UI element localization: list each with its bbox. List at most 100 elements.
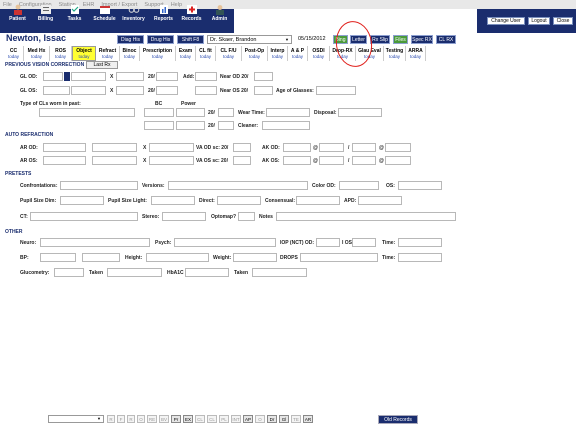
bottom-btn-te[interactable]: TE	[291, 415, 301, 423]
va-od-sc-field[interactable]	[233, 143, 251, 152]
ak-od-k2[interactable]	[352, 143, 376, 152]
drops-time-field[interactable]	[398, 253, 442, 262]
bottom-btn-re[interactable]: RE	[147, 415, 157, 423]
ct-field[interactable]	[30, 212, 138, 221]
last-rx-button[interactable]: Last Rx	[86, 61, 118, 69]
bottom-btn-o[interactable]: O	[137, 415, 145, 423]
cl-bc-od[interactable]	[144, 108, 174, 117]
old-records-button[interactable]: Old Records	[378, 415, 418, 424]
cl-bc-os[interactable]	[144, 121, 174, 130]
gl-os-add[interactable]	[195, 86, 217, 95]
gl-os-sphere[interactable]	[43, 86, 70, 95]
pupil-dim-field[interactable]	[60, 196, 104, 205]
optomap-field[interactable]	[238, 212, 255, 221]
tab-testing[interactable]: Testing today	[384, 46, 406, 61]
shift-f8-button[interactable]: Shift F8	[177, 35, 204, 44]
cl-rx-button[interactable]: CL RX	[436, 35, 456, 44]
gl-od-axis[interactable]	[116, 72, 144, 81]
tab-interp[interactable]: Interp today	[268, 46, 288, 61]
pupil-light-field[interactable]	[151, 196, 195, 205]
drug-hx-button[interactable]: Diag His	[117, 35, 144, 44]
tab-arra[interactable]: ARRA today	[406, 46, 426, 61]
records-button[interactable]: Records	[178, 0, 205, 24]
tab-osdi[interactable]: OSDI today	[308, 46, 330, 61]
height-field[interactable]	[146, 253, 209, 262]
confrontations-field[interactable]	[60, 181, 138, 190]
files-button[interactable]: Files	[393, 35, 408, 44]
bottom-select[interactable]: ▼	[48, 415, 104, 423]
weight-field[interactable]	[233, 253, 277, 262]
tasks-button[interactable]: Tasks	[61, 0, 88, 24]
tab-binoc[interactable]: Binoc today	[120, 46, 140, 61]
gl-od-near[interactable]	[254, 72, 273, 81]
bottom-btn-ge[interactable]: Gl	[279, 415, 289, 423]
ak-os-axis2[interactable]	[385, 156, 411, 165]
tab-ros[interactable]: ROS today	[50, 46, 72, 61]
tab-cl-fu[interactable]: CL F/U today	[216, 46, 242, 61]
bottom-btn-cl[interactable]: CL	[195, 415, 205, 423]
bottom-btn-int[interactable]: INT	[231, 415, 241, 423]
neuro-field[interactable]	[40, 238, 150, 247]
change-user-button[interactable]: Change User	[487, 17, 525, 25]
admin-button[interactable]: Admin	[206, 0, 233, 24]
drops-field[interactable]	[300, 253, 378, 262]
ak-os-k2[interactable]	[352, 156, 376, 165]
spec-rx-button[interactable]: Spec RX	[411, 35, 433, 44]
ak-od-k1[interactable]	[283, 143, 311, 152]
ar-os-axis[interactable]	[149, 156, 194, 165]
ar-os-cyl[interactable]	[92, 156, 137, 165]
tab-med-hx[interactable]: Med Hx today	[24, 46, 50, 61]
tab-cc[interactable]: CC today	[4, 46, 24, 61]
bottom-btn-dr[interactable]: Dr	[267, 415, 277, 423]
inventory-button[interactable]: Inventory	[120, 0, 147, 24]
bottom-btn-ar[interactable]: AR	[303, 415, 313, 423]
wear-time-field[interactable]	[266, 108, 310, 117]
bottom-btn-r1[interactable]: R	[107, 415, 115, 423]
iop-os-field[interactable]	[352, 238, 376, 247]
ar-os-sphere[interactable]	[43, 156, 86, 165]
close-button[interactable]: Close	[553, 17, 573, 25]
glucometry-taken-field[interactable]	[107, 268, 162, 277]
bottom-btn-bv[interactable]: BV	[159, 415, 169, 423]
bottom-btn-ap[interactable]: AP	[243, 415, 253, 423]
gl-os-near[interactable]	[254, 86, 273, 95]
hba1c-field[interactable]	[185, 268, 229, 277]
ak-od-axis1[interactable]	[319, 143, 344, 152]
cl-va-os[interactable]	[218, 121, 234, 130]
tab-refract[interactable]: Refract today	[96, 46, 120, 61]
gl-os-cyl[interactable]	[71, 86, 106, 95]
tab-object[interactable]: Object today	[72, 46, 96, 61]
stereo-field[interactable]	[162, 212, 206, 221]
color-os-field[interactable]	[398, 181, 442, 190]
cl-power-os[interactable]	[176, 121, 205, 130]
tab-cl-fit[interactable]: CL fit today	[196, 46, 216, 61]
patient-button[interactable]: Patient	[4, 0, 31, 24]
reports-button[interactable]: Reports	[150, 0, 177, 24]
tab-a-p[interactable]: A & Ptoday	[288, 46, 308, 61]
doctor-select[interactable]: Dr. Skaer, Brandon ▼	[207, 35, 292, 44]
cl-va-od[interactable]	[218, 108, 234, 117]
apd-field[interactable]	[358, 196, 402, 205]
gl-od-selector[interactable]	[64, 72, 70, 81]
disposal-field[interactable]	[338, 108, 382, 117]
cleaner-field[interactable]	[262, 121, 310, 130]
va-os-sc-field[interactable]	[233, 156, 251, 165]
color-od-field[interactable]	[339, 181, 379, 190]
ak-od-axis2[interactable]	[385, 143, 411, 152]
bottom-btn-pr[interactable]: Pr	[171, 415, 181, 423]
hba1c-taken-field[interactable]	[252, 268, 307, 277]
tab-exam[interactable]: Exam today	[176, 46, 196, 61]
drug-hx-button-2[interactable]: Drug His	[147, 35, 174, 44]
cl-type-od[interactable]	[39, 108, 135, 117]
iop-od-field[interactable]	[316, 238, 340, 247]
bp-diastolic-field[interactable]	[82, 253, 120, 262]
rx-slip-button[interactable]: Rx Slip	[370, 35, 390, 44]
gl-od-add[interactable]	[195, 72, 217, 81]
psych-field[interactable]	[174, 238, 276, 247]
gl-od-cyl[interactable]	[71, 72, 106, 81]
cl-power-od[interactable]	[176, 108, 205, 117]
direct-field[interactable]	[217, 196, 261, 205]
bottom-btn-r2[interactable]: R	[127, 415, 135, 423]
ak-os-k1[interactable]	[283, 156, 311, 165]
ar-od-cyl[interactable]	[92, 143, 137, 152]
